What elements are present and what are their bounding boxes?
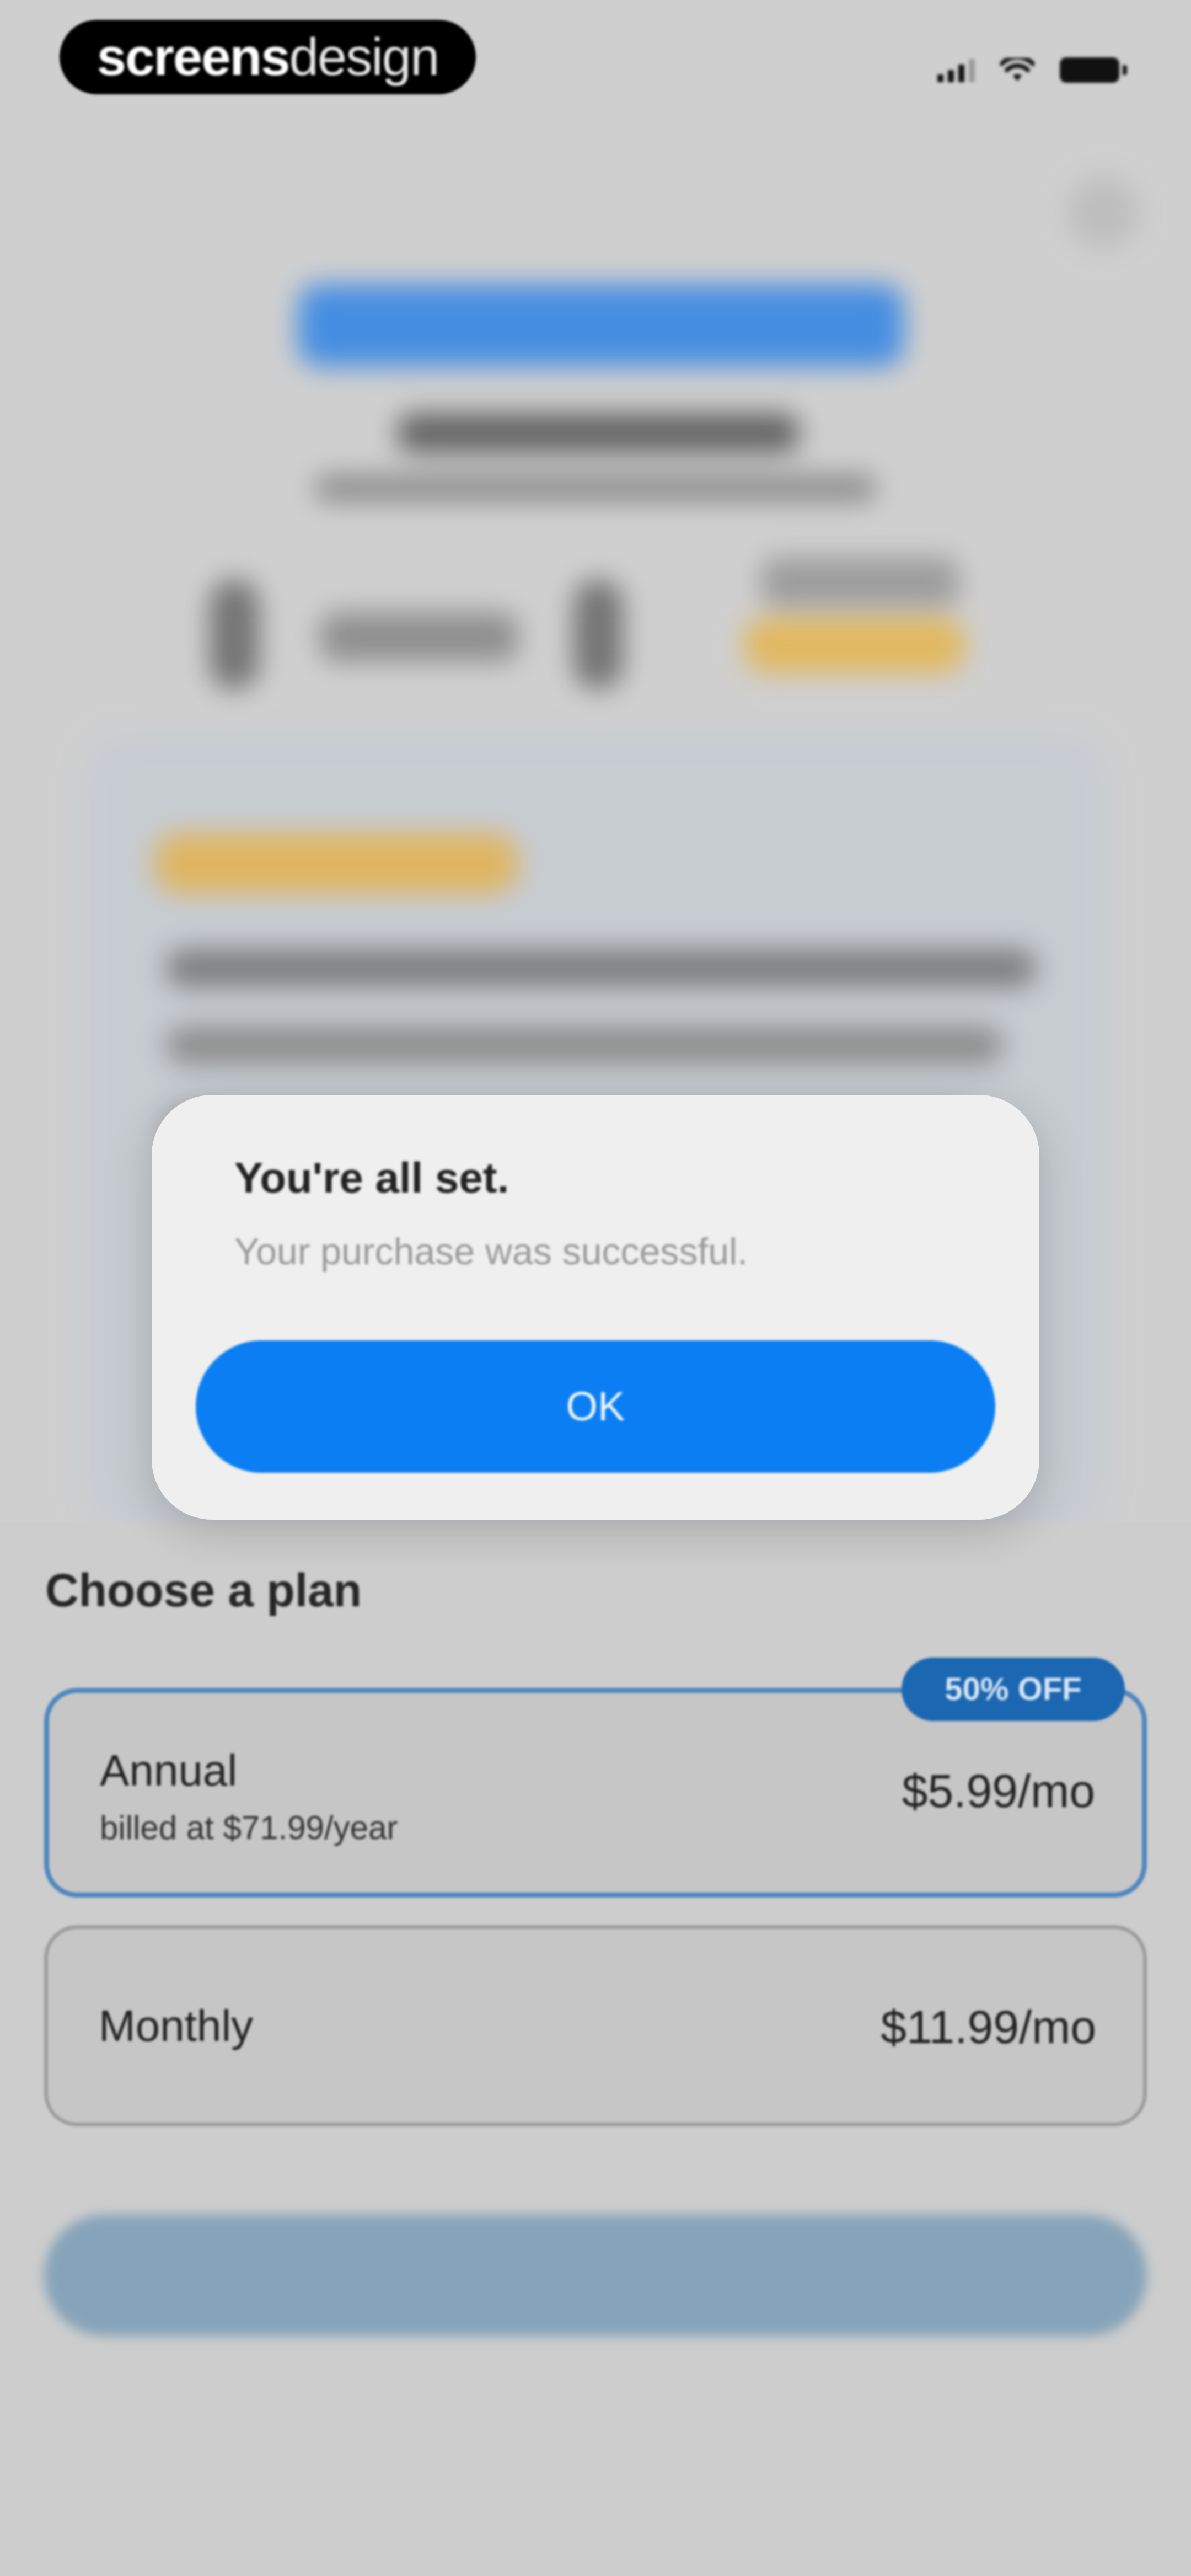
blurred-rating-stars	[744, 618, 965, 673]
screensdesign-logo: screensdesign	[60, 20, 476, 94]
wifi-icon	[999, 55, 1036, 82]
blurred-feature-text	[165, 1026, 1004, 1065]
plan-price: $5.99/mo	[902, 1765, 1095, 1817]
discount-badge: 50% OFF	[902, 1658, 1125, 1721]
ok-button[interactable]: OK	[196, 1340, 995, 1473]
plan-billing-note: billed at $71.99/year	[100, 1809, 398, 1846]
purchase-success-screen: screensdesign Choose a plan Annual bille…	[0, 0, 1191, 2576]
blurred-paywall-title	[298, 284, 904, 367]
blurred-feature-highlight	[154, 833, 518, 894]
plan-price: $11.99/mo	[881, 2001, 1096, 2053]
blurred-paywall-caption	[314, 474, 877, 502]
laurel-award-icon	[210, 579, 623, 690]
purchase-success-alert: You're all set. Your purchase was succes…	[152, 1095, 1039, 1520]
plan-name: Monthly	[99, 2001, 254, 2050]
choose-plan-heading: Choose a plan	[45, 1564, 362, 1616]
blurred-paywall-subtitle	[397, 414, 800, 452]
battery-icon	[1060, 57, 1127, 83]
plan-name: Annual	[100, 1746, 238, 1795]
blurred-feature-text	[165, 949, 1037, 987]
status-bar-icons	[937, 51, 1127, 89]
alert-title: You're all set.	[234, 1153, 509, 1202]
blurred-rating-label	[761, 557, 959, 607]
cellular-signal-icon	[937, 58, 975, 82]
continue-button[interactable]	[44, 2215, 1147, 2336]
close-icon	[1067, 177, 1139, 248]
plan-option-monthly[interactable]: Monthly $11.99/mo	[44, 1925, 1147, 2126]
alert-message: Your purchase was successful.	[234, 1231, 748, 1273]
